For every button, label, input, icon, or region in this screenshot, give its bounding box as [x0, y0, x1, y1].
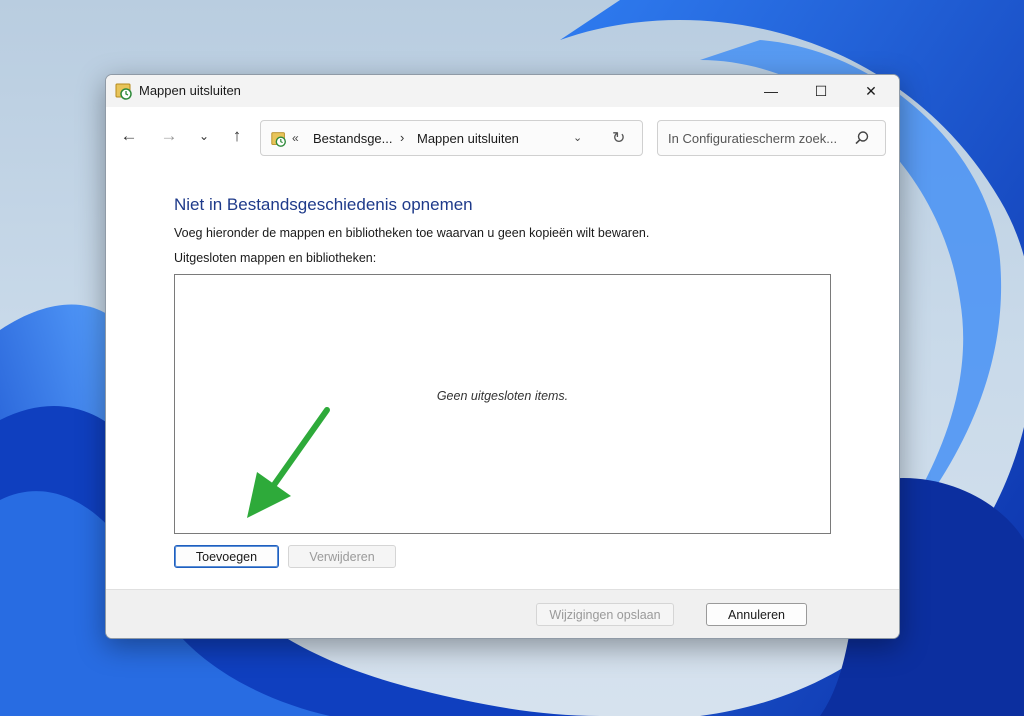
close-button[interactable]: ✕	[846, 75, 896, 107]
save-changes-button[interactable]: Wijzigingen opslaan	[536, 603, 674, 626]
breadcrumb-overflow-icon[interactable]: «	[292, 131, 299, 145]
address-bar[interactable]: « Bestandsge... › Mappen uitsluiten ⌄ ↻	[260, 120, 643, 156]
search-icon[interactable]	[854, 130, 870, 146]
back-button[interactable]: ←	[118, 125, 140, 147]
minimize-button[interactable]: —	[746, 75, 796, 107]
remove-button[interactable]: Verwijderen	[288, 545, 396, 568]
desktop: Mappen uitsluiten — ☐ ✕ ← → ⌄ ↑ « Bestan…	[0, 0, 1024, 716]
search-box[interactable]: In Configuratiescherm zoek...	[657, 120, 886, 156]
minimize-icon: —	[764, 83, 778, 99]
up-button[interactable]: ↑	[226, 125, 248, 147]
window-title: Mappen uitsluiten	[139, 83, 241, 98]
add-button[interactable]: Toevoegen	[174, 545, 279, 568]
cancel-button[interactable]: Annuleren	[706, 603, 807, 626]
breadcrumb-exclude-folders[interactable]: Mappen uitsluiten	[417, 131, 519, 146]
address-dropdown-icon[interactable]: ⌄	[573, 131, 582, 144]
instruction-text: Voeg hieronder de mappen en bibliotheken…	[174, 226, 650, 240]
exclude-folders-window: Mappen uitsluiten — ☐ ✕ ← → ⌄ ↑ « Bestan…	[105, 74, 900, 639]
refresh-icon[interactable]: ↻	[612, 128, 625, 148]
breadcrumb-file-history[interactable]: Bestandsge...	[313, 131, 393, 146]
close-icon: ✕	[865, 82, 877, 99]
forward-arrow-icon: →	[160, 126, 178, 145]
chevron-down-icon: ⌄	[198, 129, 210, 143]
forward-button[interactable]: →	[158, 125, 180, 147]
title-bar: Mappen uitsluiten — ☐ ✕	[106, 75, 899, 107]
navigation-bar: ← → ⌄ ↑ « Bestandsge... › Mappen uitslui…	[106, 107, 899, 163]
breadcrumb-separator-icon[interactable]: ›	[400, 130, 404, 145]
green-arrow-annotation	[247, 407, 330, 518]
main-content: Niet in Bestandsgeschiedenis opnemen Voe…	[106, 163, 899, 589]
back-arrow-icon: ←	[120, 126, 138, 145]
footer-bar: Wijzigingen opslaan Annuleren	[106, 589, 899, 638]
control-panel-history-icon	[271, 132, 286, 147]
maximize-button[interactable]: ☐	[796, 75, 846, 107]
recent-locations-button[interactable]: ⌄	[193, 125, 215, 147]
search-placeholder: In Configuratiescherm zoek...	[668, 131, 838, 146]
maximize-icon: ☐	[814, 82, 828, 99]
page-title: Niet in Bestandsgeschiedenis opnemen	[174, 195, 473, 214]
excluded-list-label: Uitgesloten mappen en bibliotheken:	[174, 251, 377, 265]
up-arrow-icon: ↑	[232, 126, 242, 145]
control-panel-history-icon	[115, 83, 132, 100]
